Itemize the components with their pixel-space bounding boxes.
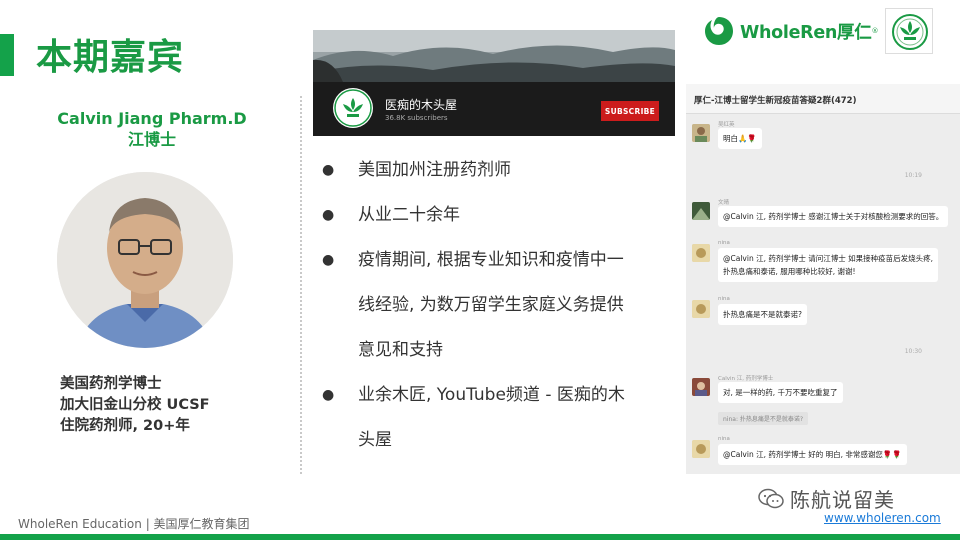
chat-bubble: @Calvin 江, 药剂学博士 好的 明白, 非常感谢您🌹🌹 <box>718 444 907 465</box>
chat-bubble: @Calvin 江, 药剂学博士 感谢江博士关于对核酸检测要求的回答。 <box>718 206 949 227</box>
channel-banner <box>313 30 675 82</box>
wechat-group-screenshot: 厚仁-江博士留学生新冠疫苗答疑2群(472) 吴红英 明白🙏🌹 10:19 文晴… <box>686 84 960 474</box>
footer-accent-line <box>0 534 960 540</box>
bullet-item: ● 疫情期间, 根据专业知识和疫情中一 线经验, 为数万留学生家庭义务提供 意见… <box>322 238 662 373</box>
bullet-dot-icon: ● <box>322 387 335 403</box>
avatar <box>692 300 710 318</box>
bio-line: 住院药剂师, 20+年 <box>60 418 190 434</box>
wechat-icon <box>758 488 784 508</box>
avatar <box>692 244 710 262</box>
brand-registered: ® <box>871 27 879 35</box>
bullet-list: ● 美国加州注册药剂师 ● 从业二十余年 ● 疫情期间, 根据专业知识和疫情中一… <box>322 148 662 463</box>
chat-bubble: @Calvin 江, 药剂学博士 请问江博士 如果接种疫苗后发烧头疼, 扑热息痛… <box>718 248 938 282</box>
chat-sender: Calvin 江, 药剂学博士 <box>718 376 774 382</box>
guest-name: Calvin Jiang Pharm.D 江博士 <box>40 108 264 150</box>
chat-sender: 文晴 <box>718 200 730 206</box>
avatar <box>692 440 710 458</box>
avatar <box>692 124 710 142</box>
bullet-text: 头屋 <box>358 430 392 450</box>
page-title: 本期嘉宾 <box>36 37 185 78</box>
chat-sender: nina <box>718 436 730 442</box>
brand-logo: WholeRen厚仁 ® <box>702 12 878 50</box>
bullet-text: 疫情期间, 根据专业知识和疫情中一 <box>358 250 624 270</box>
bullet-dot-icon: ● <box>322 162 335 178</box>
chat-bubble: 扑热息痛是不是就泰诺? <box>718 304 807 325</box>
chat-quote: nina: 扑热息痛是不是就泰诺? <box>718 412 809 425</box>
chat-group-title: 厚仁-江博士留学生新冠疫苗答疑2群(472) <box>686 84 960 114</box>
chat-sender: nina <box>718 240 730 246</box>
chat-bubble-line: 扑热息痛和泰诺, 服用哪种比较好, 谢谢! <box>723 267 856 276</box>
bullet-item: ● 业余木匠, YouTube频道 - 医痴的木 头屋 <box>322 373 662 463</box>
bullet-text: 美国加州注册药剂师 <box>358 160 511 180</box>
channel-badge-icon <box>885 8 933 54</box>
wechat-account-name: 陈航说留美 <box>790 488 895 512</box>
brand-name: WholeRen厚仁 <box>740 22 872 43</box>
website-link[interactable]: www.wholeren.com <box>824 511 941 525</box>
bullet-dot-icon: ● <box>322 207 335 223</box>
wechat-account: 陈航说留美 <box>758 484 895 513</box>
chat-timestamp: 10:19 <box>904 172 922 179</box>
avatar <box>692 378 710 396</box>
bullet-dot-icon: ● <box>322 252 335 268</box>
chat-timestamp: 10:30 <box>904 348 922 355</box>
channel-name[interactable]: 医痴的木头屋 <box>385 96 457 113</box>
bullet-text: 从业二十余年 <box>358 205 460 225</box>
chat-bubble: 明白🙏🌹 <box>718 128 762 149</box>
youtube-channel-card: 医痴的木头屋 36.8K subscribers SUBSCRIBE <box>313 30 675 136</box>
bullet-item: ● 美国加州注册药剂师 <box>322 148 662 193</box>
bullet-text: 业余木匠, YouTube频道 - 医痴的木 <box>358 385 625 405</box>
bio-line: 美国药剂学博士 <box>60 376 162 392</box>
avatar <box>692 202 710 220</box>
chat-sender: nina <box>718 296 730 302</box>
dotted-divider <box>300 96 302 474</box>
bio-line: 加大旧金山分校 UCSF <box>60 397 210 413</box>
bullet-item: ● 从业二十余年 <box>322 193 662 238</box>
guest-name-cn: 江博士 <box>127 130 176 149</box>
bullet-text: 意见和支持 <box>358 340 443 360</box>
subscriber-count: 36.8K subscribers <box>385 114 448 122</box>
channel-logo <box>333 88 373 128</box>
wholeren-logo-icon <box>705 17 733 45</box>
title-accent-bar <box>0 34 14 76</box>
chat-bubble: 对, 是一样的药, 千万不要吃重复了 <box>718 382 843 403</box>
guest-name-en: Calvin Jiang Pharm.D <box>57 109 247 128</box>
footer-company: WholeRen Education | 美国厚仁教育集团 <box>18 517 250 531</box>
bullet-text: 线经验, 为数万留学生家庭义务提供 <box>358 295 624 315</box>
subscribe-button[interactable]: SUBSCRIBE <box>601 101 659 121</box>
guest-bio: 美国药剂学博士 加大旧金山分校 UCSF 住院药剂师, 20+年 <box>60 374 210 437</box>
guest-photo <box>57 172 233 348</box>
chat-bubble-line: @Calvin 江, 药剂学博士 请问江博士 如果接种疫苗后发烧头疼, <box>723 254 933 263</box>
chat-sender: 吴红英 <box>718 122 735 128</box>
